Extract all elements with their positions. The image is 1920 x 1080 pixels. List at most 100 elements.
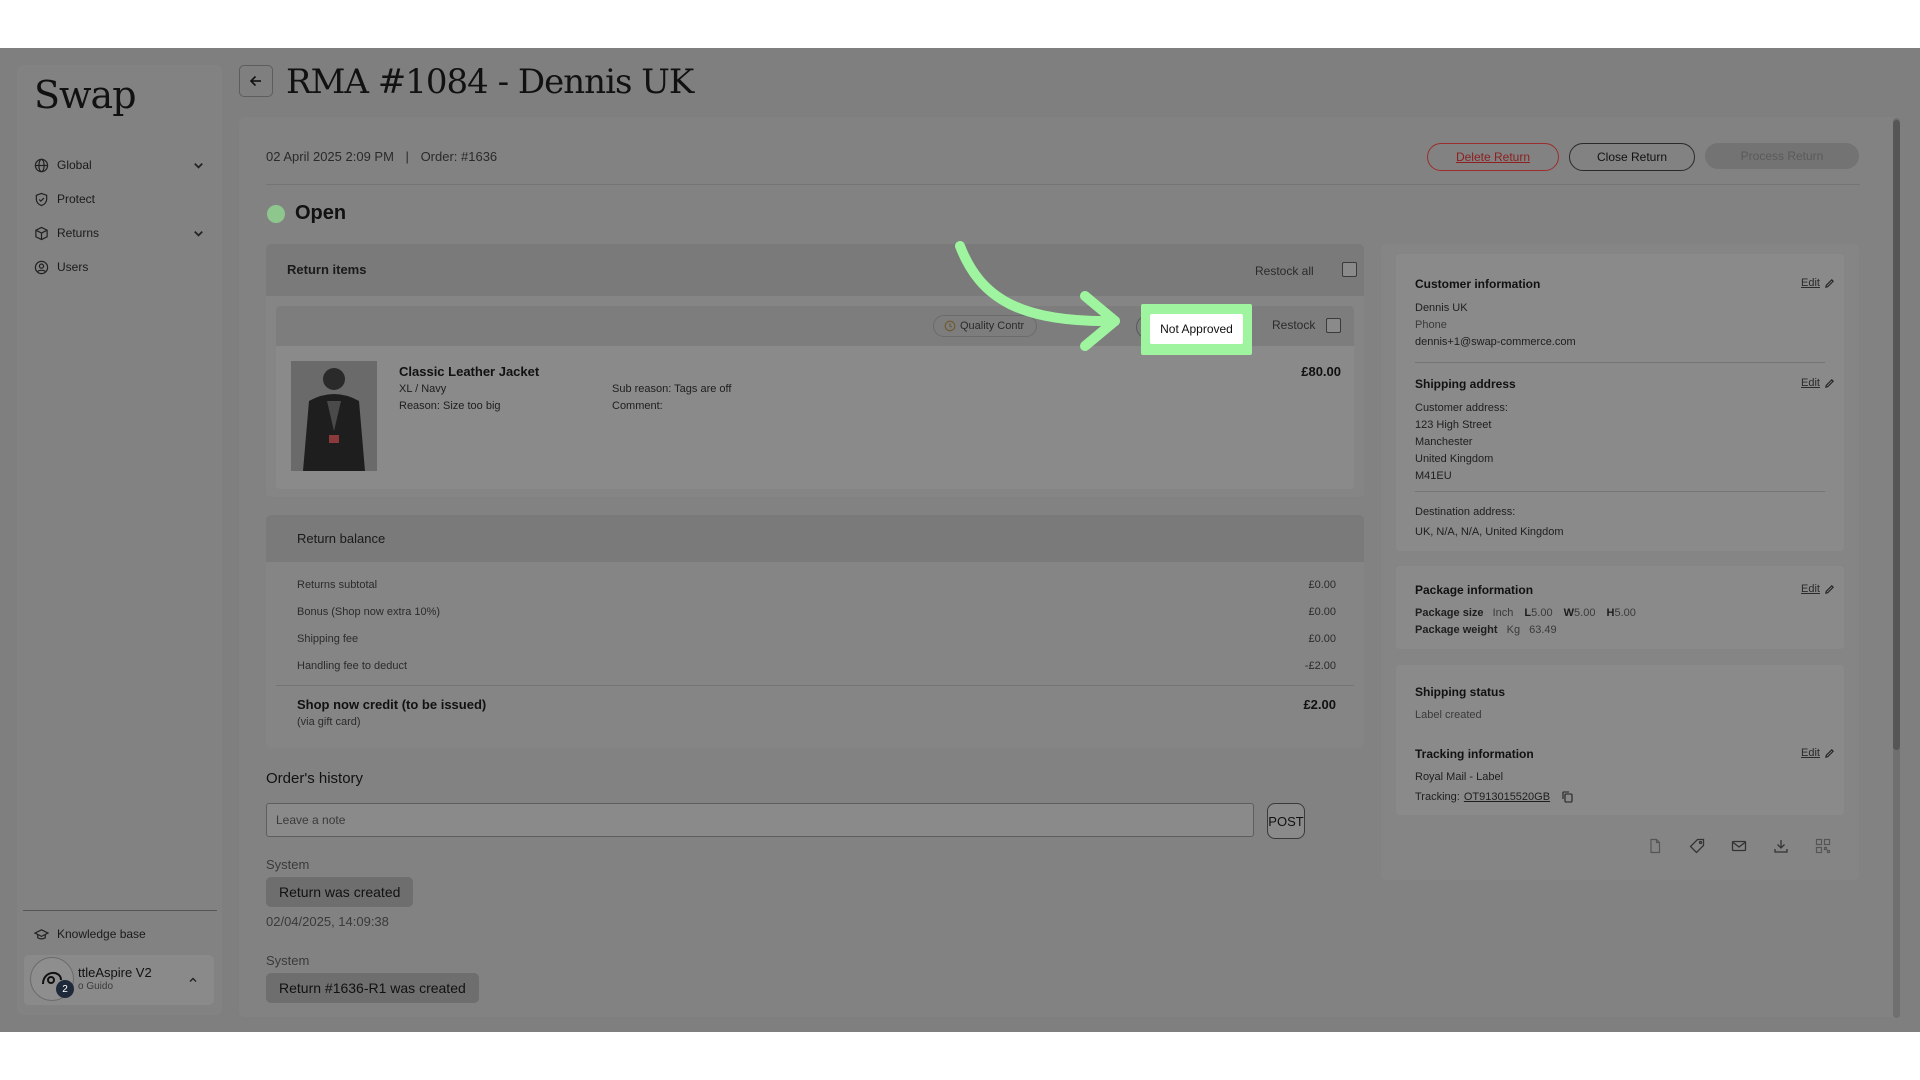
balance-row-label: Shipping fee (297, 633, 359, 645)
chevron-down-icon (194, 231, 203, 237)
tracking-row: Tracking: OT913015520GB (1415, 791, 1573, 803)
user-circle-icon (34, 260, 49, 274)
sidebar-item-returns[interactable]: Returns (34, 220, 214, 246)
qr-code-icon[interactable] (1812, 835, 1834, 857)
edit-label: Edit (1801, 583, 1820, 595)
edit-tracking-button[interactable]: Edit (1801, 747, 1835, 759)
sidebar-item-knowledge-base[interactable]: Knowledge base (34, 921, 214, 947)
shipping-status-value: Label created (1415, 709, 1482, 721)
leather-jacket-image (291, 361, 377, 471)
balance-total-label: Shop now credit (to be issued) (297, 697, 487, 712)
return-date: 02 April 2025 2:09 PM (266, 149, 394, 164)
package-weight-label: Package weight (1415, 624, 1498, 636)
item-price: £80.00 (1301, 364, 1341, 379)
item-sub-reason: Sub reason: Tags are off (612, 383, 732, 395)
close-return-button[interactable]: Close Return (1569, 143, 1695, 171)
restock-label: Restock (1272, 318, 1316, 332)
sidebar-item-label: Users (57, 260, 89, 274)
balance-row-label: Bonus (Shop now extra 10%) (297, 606, 441, 618)
customer-divider (1415, 362, 1825, 363)
edit-package-button[interactable]: Edit (1801, 583, 1835, 595)
user-name: ttleAspire V2 (78, 965, 152, 980)
balance-row-value: £0.00 (1308, 633, 1336, 645)
customer-email[interactable]: dennis+1@swap-commerce.com (1415, 336, 1576, 348)
shipping-tracking-card: Shipping status Label created Tracking i… (1396, 665, 1844, 815)
return-meta: 02 April 2025 2:09 PM | Order: #1636 (266, 149, 497, 164)
balance-row-value: £0.00 (1308, 579, 1336, 591)
return-balance-card: Return balance Returns subtotal £0.00 Bo… (266, 515, 1364, 748)
package-card: Package information Edit Package size In… (1396, 566, 1844, 649)
download-icon[interactable] (1770, 835, 1792, 857)
restock-checkbox[interactable] (1326, 318, 1341, 333)
package-weight-value: 63.49 (1529, 624, 1557, 636)
tracking-number-link[interactable]: OT913015520GB (1464, 791, 1550, 803)
restock-all-checkbox[interactable] (1342, 262, 1357, 277)
shipping-address-title: Shipping address (1415, 377, 1516, 391)
return-balance-header (266, 515, 1364, 562)
chevron-up-icon (189, 977, 197, 982)
user-switcher[interactable]: 2 ttleAspire V2 o Guido (24, 955, 214, 1005)
history-title: Order's history (266, 770, 364, 787)
history-author: System (266, 857, 310, 872)
product-image (291, 361, 377, 471)
package-size-label: Package size (1415, 607, 1484, 619)
customer-phone: Phone (1415, 319, 1447, 331)
tracking-carrier: Royal Mail - Label (1415, 771, 1504, 783)
sidebar-item-users[interactable]: Users (34, 254, 214, 280)
history-message: Return was created (266, 877, 414, 907)
length-value: 5.00 (1531, 607, 1553, 619)
address-line: Manchester (1415, 436, 1473, 448)
package-size-unit: Inch (1492, 607, 1514, 619)
process-return-button[interactable]: Process Return (1705, 143, 1859, 169)
history-message: Return #1636-R1 was created (266, 973, 479, 1003)
sidebar-item-label: Returns (57, 226, 100, 240)
pencil-icon (1825, 378, 1834, 388)
address-line: M41EU (1415, 470, 1452, 482)
edit-customer-button[interactable]: Edit (1801, 277, 1835, 289)
pencil-icon (1825, 278, 1834, 288)
back-button[interactable] (239, 65, 273, 97)
not-approved-pill[interactable]: Not Approved (1150, 314, 1243, 344)
annotation-arrow-icon (955, 241, 1120, 351)
page-title: RMA #1084 - Dennis UK (286, 62, 694, 102)
post-button[interactable]: POST (1267, 803, 1305, 839)
document-icon[interactable] (1644, 835, 1666, 857)
item-comment: Comment: (612, 400, 663, 412)
address-line: 123 High Street (1415, 419, 1492, 431)
user-subtitle: o Guido (78, 981, 114, 992)
delete-return-button[interactable]: Delete Return (1427, 143, 1559, 171)
customer-address-label: Customer address: (1415, 402, 1508, 414)
tracking-label: Tracking: (1415, 791, 1460, 803)
tracking-info-title: Tracking information (1415, 747, 1534, 761)
item-variant: XL / Navy (399, 383, 447, 395)
copy-icon[interactable] (1562, 791, 1573, 803)
balance-row-value: £0.00 (1308, 606, 1336, 618)
address-line: United Kingdom (1415, 453, 1494, 465)
item-name: Classic Leather Jacket (399, 364, 540, 379)
tag-icon[interactable] (1686, 835, 1708, 857)
chevron-down-icon (194, 163, 203, 169)
knowledge-base-label: Knowledge base (57, 927, 146, 941)
sidebar-item-protect[interactable]: Protect (34, 186, 214, 212)
app-logo: Swap (34, 73, 137, 117)
return-items-title: Return items (287, 262, 367, 277)
status-label: Open (295, 202, 347, 224)
balance-total-sub: (via gift card) (297, 716, 361, 728)
balance-row-label: Handling fee to deduct (297, 660, 408, 672)
package-weight: Package weight Kg 63.49 (1415, 624, 1557, 636)
width-value: 5.00 (1574, 607, 1596, 619)
app-overlay: Swap Global Protect Returns Users Knowle… (0, 48, 1920, 1032)
balance-row-label: Returns subtotal (297, 579, 378, 591)
not-approved-label: Not Approved (1160, 322, 1233, 336)
order-link[interactable]: Order: #1636 (421, 149, 498, 164)
sidebar-item-global[interactable]: Global (34, 152, 214, 178)
mail-icon[interactable] (1728, 835, 1750, 857)
details-column: Customer information Edit Dennis UK Phon… (1381, 244, 1859, 880)
note-input[interactable] (266, 803, 1254, 837)
width-label: W (1563, 607, 1575, 619)
customer-name: Dennis UK (1415, 302, 1468, 314)
history-author: System (266, 953, 310, 968)
edit-shipping-address-button[interactable]: Edit (1801, 377, 1835, 389)
scrollbar-thumb[interactable] (1893, 120, 1900, 750)
edit-label: Edit (1801, 747, 1820, 759)
